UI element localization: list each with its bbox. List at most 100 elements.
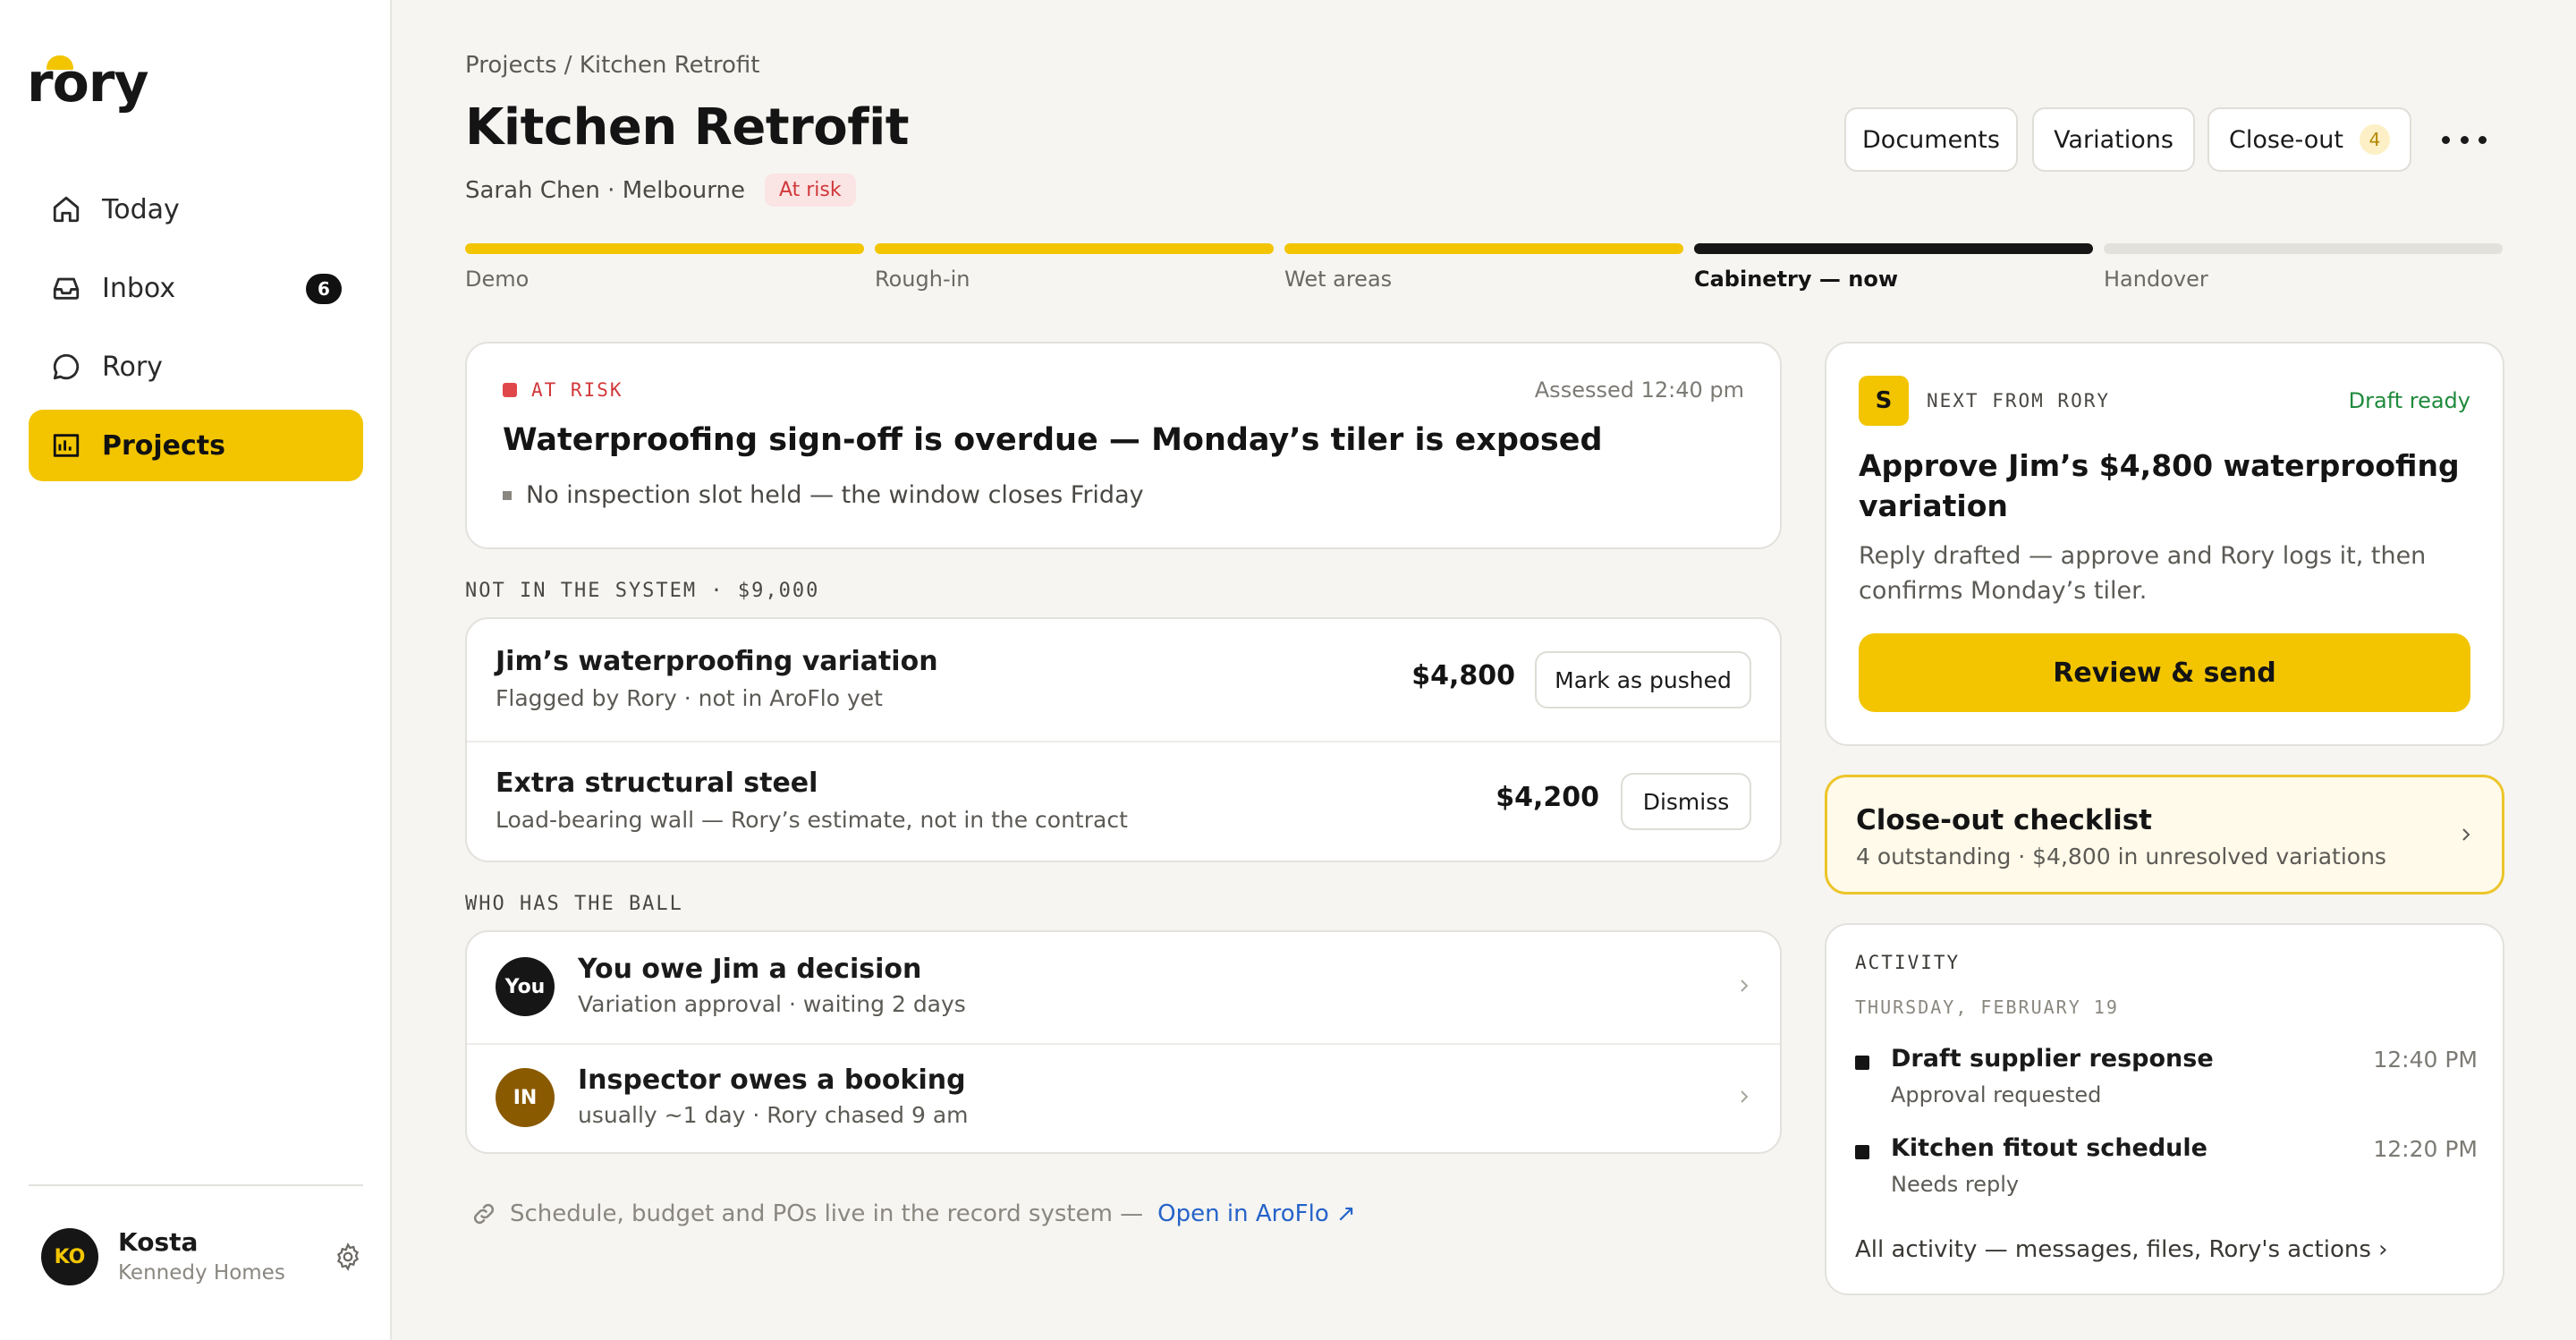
item-subtitle: Variation approval · waiting 2 days — [578, 991, 966, 1017]
inbox-icon — [50, 272, 82, 304]
breadcrumb[interactable]: Projects / Kitchen Retrofit — [465, 52, 759, 79]
stage-label: Wet areas — [1284, 267, 1393, 292]
logo-text: rory — [27, 52, 149, 114]
closeout-button-label: Close-out — [2228, 125, 2343, 154]
closeout-button[interactable]: Close-out 4 — [2207, 107, 2411, 172]
item-title: You owe Jim a decision — [578, 954, 922, 985]
projects-icon — [50, 429, 82, 462]
activity-item[interactable]: Draft supplier response Approval request… — [1855, 1045, 2478, 1116]
sidebar-item-label: Inbox — [102, 272, 176, 304]
risk-bullet: No inspection slot held — the window clo… — [503, 481, 1144, 509]
sidebar-nav: Today Inbox 6 Rory Projects — [29, 174, 363, 488]
closeout-title: Close-out checklist — [1856, 804, 2152, 836]
stage-label: Cabinetry — now — [1694, 267, 1898, 292]
activity-bullet-icon — [1855, 1056, 1869, 1070]
stage-label: Rough-in — [875, 267, 970, 292]
stage-bar — [1284, 243, 1683, 254]
page-title: Kitchen Retrofit — [465, 98, 910, 157]
gear-icon[interactable] — [333, 1242, 363, 1272]
stage-bar — [1694, 243, 2093, 254]
next-body: Reply drafted — approve and Rory logs it… — [1859, 542, 2427, 605]
item-amount: $4,800 — [1411, 660, 1515, 691]
stage-demo: Demo — [465, 243, 864, 292]
list-item: Jim’s waterproofing variation Flagged by… — [467, 619, 1780, 741]
documents-button[interactable]: Documents — [1844, 107, 2018, 172]
sidebar-item-today[interactable]: Today — [29, 174, 363, 245]
list-item: Extra structural steel Load-bearing wall… — [467, 742, 1780, 862]
activity-date: THURSDAY, FEBRUARY 19 — [1855, 997, 2119, 1018]
sidebar-item-label: Projects — [102, 429, 226, 462]
chevron-right-icon — [1737, 1090, 1751, 1104]
risk-tag-label: AT RISK — [531, 379, 623, 401]
stage-bar — [2104, 243, 2503, 254]
avatar: IN — [496, 1068, 555, 1127]
mark-as-pushed-button[interactable]: Mark as pushed — [1535, 651, 1751, 708]
activity-time: 12:20 PM — [2373, 1136, 2478, 1162]
sidebar-divider — [29, 1184, 363, 1186]
inbox-count-badge: 6 — [306, 274, 342, 304]
who-has-ball-label: WHO HAS THE BALL — [465, 893, 683, 915]
risk-indicator-icon — [503, 383, 517, 397]
item-title: Inspector owes a booking — [578, 1064, 966, 1096]
open-in-aroflo-link[interactable]: Open in AroFlo ↗ — [1157, 1200, 1356, 1227]
sidebar-item-inbox[interactable]: Inbox 6 — [29, 252, 363, 324]
activity-item[interactable]: Kitchen fitout schedule Needs reply 12:2… — [1855, 1134, 2478, 1206]
user-org: Kennedy Homes — [118, 1261, 285, 1285]
sidebar: rory Today Inbox 6 Rory Projects KO Kost… — [0, 0, 392, 1340]
sidebar-item-rory[interactable]: Rory — [29, 331, 363, 403]
closeout-checklist-card[interactable]: Close-out checklist 4 outstanding · $4,8… — [1825, 775, 2504, 895]
activity-label: ACTIVITY — [1855, 952, 1961, 973]
sidebar-item-projects[interactable]: Projects — [29, 410, 363, 481]
activity-bullet-icon — [1855, 1145, 1869, 1159]
stage-handover: Handover — [2104, 243, 2503, 292]
closeout-count-badge: 4 — [2360, 124, 2390, 155]
risk-tag: AT RISK — [503, 379, 623, 401]
item-subtitle: Flagged by Rory · not in AroFlo yet — [496, 685, 883, 711]
avatar: KO — [41, 1228, 98, 1285]
not-in-system-card: Jim’s waterproofing variation Flagged by… — [465, 617, 1782, 862]
stage-rough-in: Rough-in — [875, 243, 1274, 292]
item-title: Extra structural steel — [496, 768, 818, 799]
who-has-ball-card: You You owe Jim a decision Variation app… — [465, 930, 1782, 1154]
list-item[interactable]: IN Inspector owes a booking usually ~1 d… — [467, 1045, 1780, 1154]
user-name: Kosta — [118, 1227, 199, 1257]
chevron-right-icon — [2459, 827, 2473, 845]
sidebar-item-label: Today — [102, 193, 180, 225]
more-options-icon[interactable] — [2442, 123, 2487, 156]
record-system-text: Schedule, budget and POs live in the rec… — [510, 1200, 1144, 1227]
next-from-rory-label: NEXT FROM RORY — [1927, 390, 2111, 411]
project-subtitle: Sarah Chen · Melbourne At risk — [465, 174, 856, 207]
dismiss-button[interactable]: Dismiss — [1621, 773, 1751, 830]
closeout-subtitle: 4 outstanding · $4,800 in unresolved var… — [1856, 844, 2386, 869]
review-and-send-button[interactable]: Review & send — [1859, 633, 2470, 712]
stage-bar — [465, 243, 864, 254]
item-amount: $4,200 — [1496, 782, 1599, 813]
all-activity-link[interactable]: All activity — messages, files, Rory's a… — [1855, 1236, 2388, 1263]
activity-title: Kitchen fitout schedule — [1891, 1134, 2207, 1162]
avatar: You — [496, 957, 555, 1016]
chevron-right-icon — [1737, 979, 1751, 993]
activity-card: ACTIVITY THURSDAY, FEBRUARY 19 Draft sup… — [1825, 923, 2504, 1295]
next-title: Approve Jim’s $4,800 waterproofing varia… — [1859, 448, 2460, 523]
bullet-icon — [503, 490, 512, 500]
activity-subtitle: Needs reply — [1891, 1172, 2020, 1197]
chat-bubble-icon — [50, 351, 82, 383]
list-item[interactable]: You You owe Jim a decision Variation app… — [467, 932, 1780, 1043]
record-system-note: Schedule, budget and POs live in the rec… — [470, 1200, 1356, 1227]
stage-label: Handover — [2104, 267, 2208, 292]
assessed-time: Assessed 12:40 pm — [1534, 377, 1744, 403]
suggestion-icon: S — [1859, 376, 1909, 426]
sidebar-item-label: Rory — [102, 351, 163, 383]
next-from-rory-card: S NEXT FROM RORY Draft ready Approve Jim… — [1825, 342, 2504, 746]
draft-status: Draft ready — [2348, 388, 2470, 413]
risk-bullet-text: No inspection slot held — the window clo… — [526, 481, 1144, 509]
variations-button[interactable]: Variations — [2032, 107, 2195, 172]
user-profile[interactable]: KO Kosta Kennedy Homes — [41, 1226, 363, 1288]
status-badge: At risk — [764, 174, 856, 207]
stage-label: Demo — [465, 267, 530, 292]
stage-cabinetry: Cabinetry — now — [1694, 243, 2093, 292]
risk-title: Waterproofing sign-off is overdue — Mond… — [503, 422, 1603, 458]
item-subtitle: usually ~1 day · Rory chased 9 am — [578, 1102, 969, 1128]
stage-bar — [875, 243, 1274, 254]
activity-subtitle: Approval requested — [1891, 1082, 2102, 1107]
